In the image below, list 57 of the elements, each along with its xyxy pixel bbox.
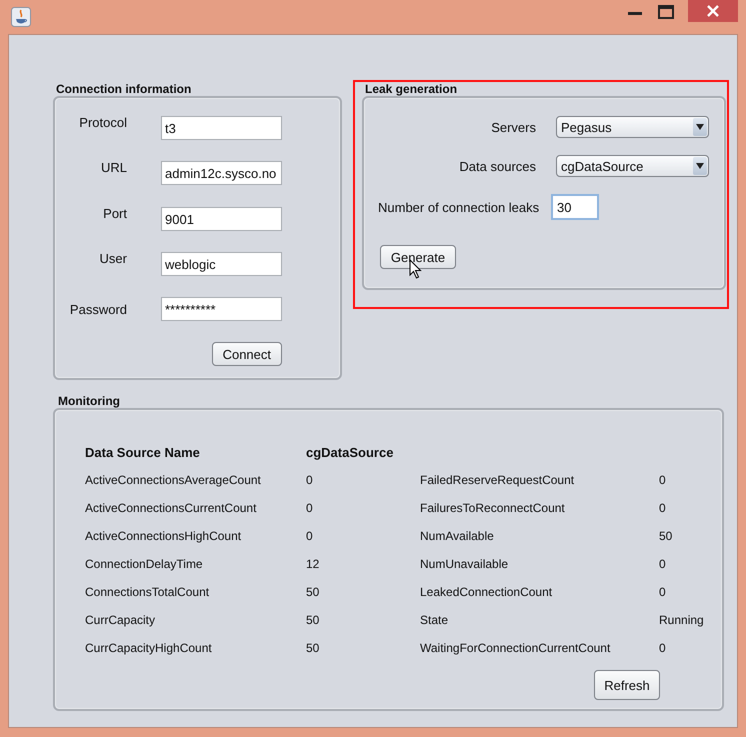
metric-name: ActiveConnectionsAverageCount	[85, 473, 262, 487]
metric-value: 0	[306, 501, 314, 515]
column-header: Data Source Name	[85, 444, 201, 460]
metric-name: CurrCapacityHighCount	[85, 641, 213, 655]
dropdown[interactable]: Pegasus	[556, 116, 709, 138]
dropdown[interactable]: cgDataSource	[556, 155, 709, 177]
maximize-icon[interactable]	[658, 5, 674, 19]
metric-name: CurrCapacity	[85, 613, 156, 627]
metric-name: LeakedConnectionCount	[420, 585, 554, 599]
field-label: User	[98, 250, 127, 266]
metric-name: NumUnavailable	[420, 557, 510, 571]
metric-value: 0	[659, 473, 667, 487]
metric-name: WaitingForConnectionCurrentCount	[420, 641, 612, 655]
close-icon	[706, 4, 720, 18]
metric-name: ConnectionsTotalCount	[85, 585, 210, 599]
metric-name: FailedReserveRequestCount	[420, 473, 576, 487]
metric-value: 0	[659, 501, 667, 515]
metric-value: 0	[659, 557, 667, 571]
metric-name: ConnectionDelayTime	[85, 557, 204, 571]
field-label: URL	[100, 160, 127, 174]
metric-value: 50	[659, 529, 674, 543]
metric-value: 0	[659, 641, 667, 655]
input-field[interactable]: **********	[161, 297, 282, 321]
metric-name: NumAvailable	[420, 529, 495, 543]
input-field[interactable]: t3	[161, 116, 282, 140]
section-title: Connection information	[55, 82, 192, 96]
metric-value: 50	[306, 641, 320, 655]
connect-button[interactable]: Connect	[212, 342, 282, 366]
refresh-button[interactable]: Refresh	[594, 670, 660, 700]
metric-name: ActiveConnectionsCurrentCount	[85, 501, 258, 515]
field-label: Protocol	[78, 114, 127, 130]
metric-value: Running	[659, 613, 705, 627]
metric-value: 12	[306, 557, 320, 571]
minimize-icon[interactable]	[628, 12, 642, 16]
metric-value: 0	[306, 473, 314, 487]
metric-name: ActiveConnectionsHighCount	[85, 529, 242, 543]
section-title: Monitoring	[57, 394, 120, 408]
field-label: Data sources	[458, 158, 536, 174]
column-header: cgDataSource	[306, 444, 394, 460]
app-icon	[11, 7, 31, 27]
metric-value: 0	[659, 585, 667, 599]
metric-value: 50	[306, 613, 320, 627]
section-title: Leak generation	[364, 82, 458, 96]
field-label: Port	[102, 206, 127, 220]
field-label: Servers	[490, 120, 536, 134]
field-label: Password	[68, 302, 127, 316]
metric-name: State	[420, 613, 450, 627]
input-field[interactable]: 30	[551, 194, 599, 220]
generate-button[interactable]: Generate	[380, 245, 456, 269]
input-field[interactable]: 9001	[161, 207, 282, 231]
metric-value: 0	[306, 529, 314, 543]
input-field[interactable]: admin12c.sysco.no	[161, 161, 282, 185]
metric-value: 50	[306, 585, 320, 599]
field-label: Number of connection leaks	[378, 200, 540, 214]
input-field[interactable]: weblogic	[161, 252, 282, 276]
metric-name: FailuresToReconnectCount	[420, 501, 566, 515]
close-button[interactable]	[688, 0, 738, 22]
